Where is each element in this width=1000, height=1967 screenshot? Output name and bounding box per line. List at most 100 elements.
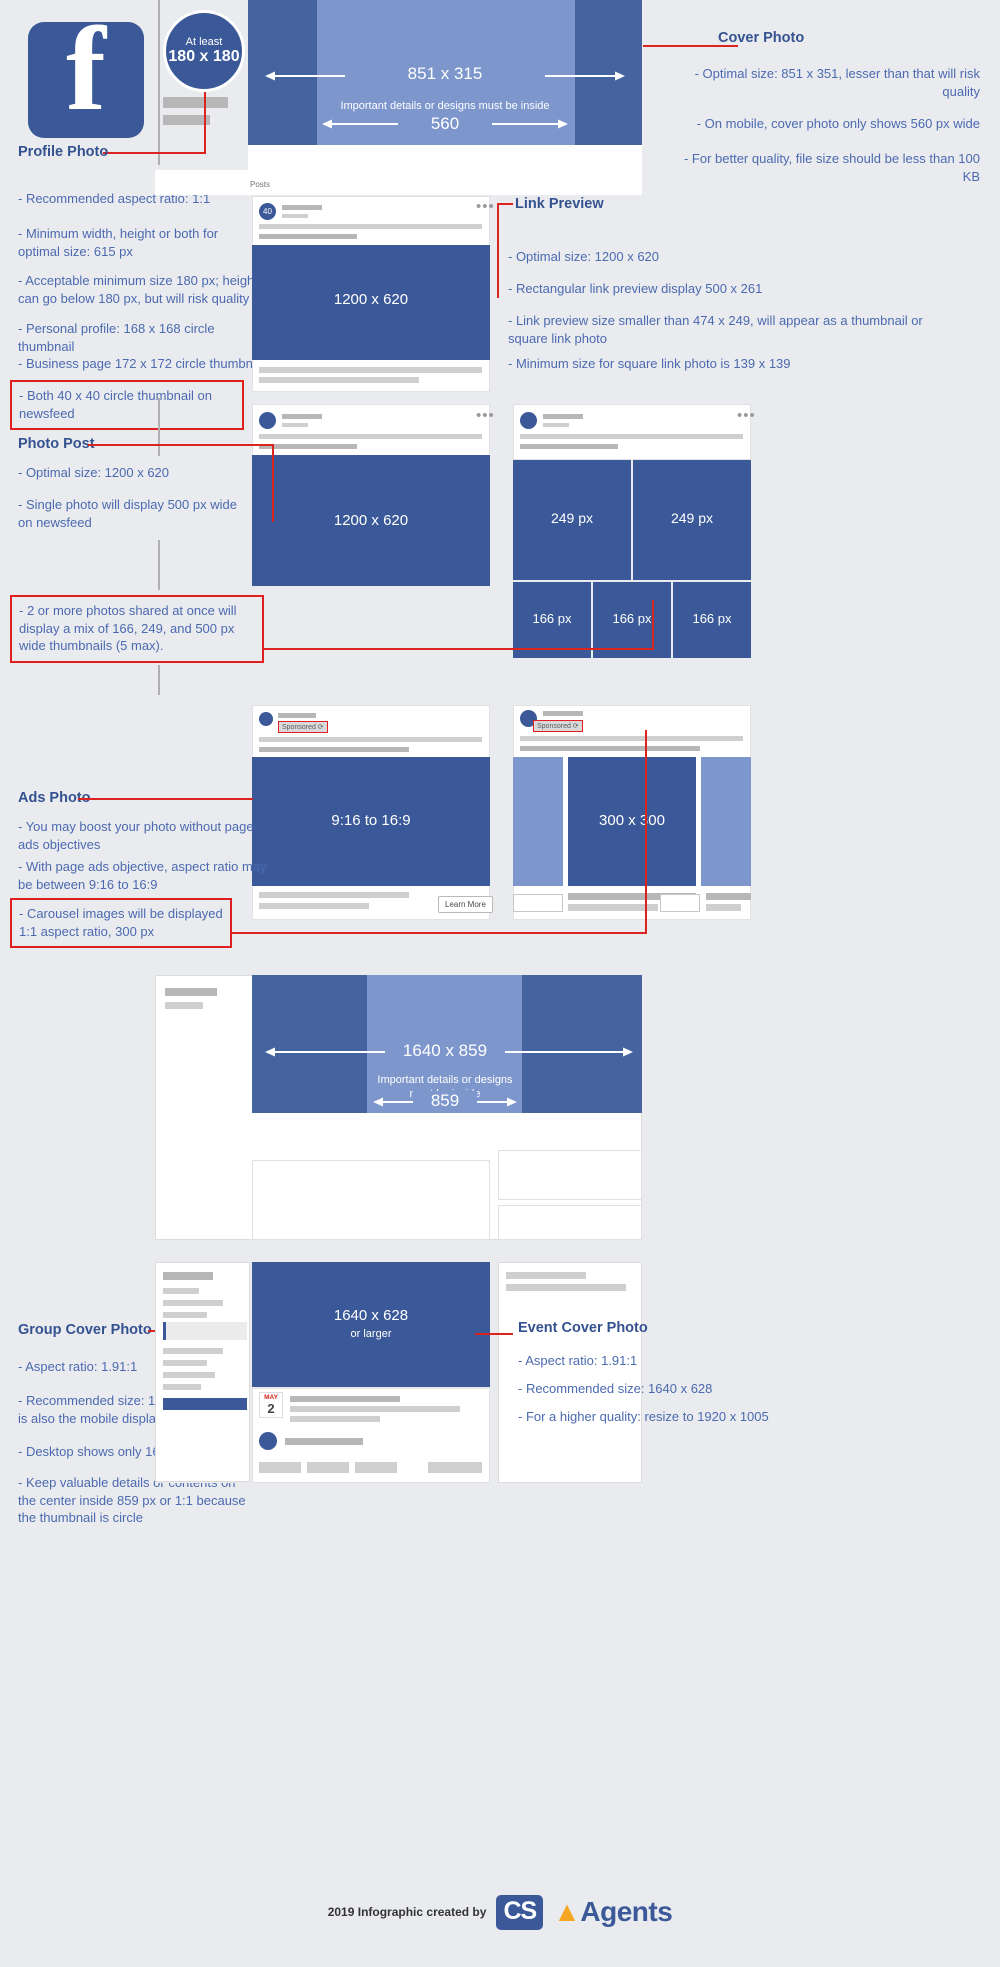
- photo-post-avatar: [259, 412, 276, 429]
- link-preview-image: 1200 x 620: [252, 245, 490, 360]
- multi-photo-label-4: 166 px: [692, 611, 732, 626]
- multi-photo-avatar: [520, 412, 537, 429]
- event-right-line-2: [506, 1284, 626, 1291]
- ads-highlight-connector-vertical: [645, 730, 647, 934]
- ads-carousel-center-thumb: 300 x 300: [568, 757, 696, 886]
- cover-inside-value: 560: [398, 114, 492, 134]
- ads-left-image: 9:16 to 16:9: [252, 757, 490, 886]
- event-sidebar-line-6: [163, 1360, 207, 1366]
- group-sidebar-line-2: [165, 1002, 203, 1009]
- group-cover-dimension-label: 1640 x 859: [385, 1041, 505, 1061]
- ads-bullet-1: - With page ads objective, aspect ratio …: [18, 859, 267, 892]
- event-cover-bullet-0: - Aspect ratio: 1.91:1: [518, 1353, 638, 1368]
- profile-bullet-1: - Minimum width, height or both for opti…: [18, 226, 219, 259]
- brand-logo-badge: CS: [496, 1894, 544, 1930]
- ads-left-text-line-1: [259, 737, 482, 742]
- profile-bullet-4: - Business page 172 x 172 circle thumbna…: [18, 356, 266, 371]
- event-host-avatar: [259, 1432, 277, 1450]
- event-host-line: [285, 1438, 363, 1445]
- link-preview-bullet-3: - Minimum size for square link photo is …: [508, 356, 791, 371]
- ads-carousel-footer-1: [513, 894, 563, 912]
- profile-connector-horizontal: [103, 152, 206, 154]
- multi-photo-label-1: 249 px: [670, 510, 714, 526]
- event-detail-line-3: [290, 1416, 380, 1422]
- footer: 2019 Infographic created by CS ▲Agents: [0, 1857, 1000, 1967]
- ads-carousel-footer-5: [706, 893, 751, 900]
- brand-name: ▲Agents: [553, 1896, 673, 1927]
- event-annotation-panel: [508, 1300, 648, 1301]
- photo-post-highlight-box: - 2 or more photos shared at once will d…: [10, 595, 264, 663]
- ads-right-sponsored-label: Sponsored: [537, 723, 571, 730]
- link-preview-image-label: 1200 x 620: [333, 291, 409, 308]
- profile-name-placeholder: [163, 97, 228, 108]
- event-detail-line-1: [290, 1396, 400, 1402]
- profile-bullet-3: - Personal profile: 168 x 168 circle thu…: [18, 321, 215, 354]
- event-right-panel: [498, 1262, 642, 1483]
- event-cover-bullet-1: - Recommended size: 1640 x 628: [518, 1381, 713, 1396]
- event-cover-label-line-2: or larger: [350, 1328, 392, 1340]
- event-sidebar-line-3: [163, 1300, 223, 1306]
- profile-bullet-2: - Acceptable minimum size 180 px; height…: [18, 273, 258, 306]
- ads-learn-more-label: Learn More: [445, 900, 486, 909]
- photo-post-title: Photo Post: [18, 436, 95, 452]
- multi-photo-label-0: 249 px: [550, 510, 594, 526]
- link-preview-footer-line-1: [259, 367, 482, 373]
- photo-post-more-icon[interactable]: •••: [476, 408, 495, 423]
- event-date-day: 2: [267, 1400, 275, 1416]
- ads-bullet-0: - You may boost your photo without page …: [18, 819, 254, 852]
- ads-right-sponsored-badge: Sponsored ⟳: [533, 720, 583, 732]
- link-preview-more-icon[interactable]: •••: [476, 199, 495, 214]
- profile-highlight-box: - Both 40 x 40 circle thumbnail on newsf…: [10, 380, 244, 431]
- event-cover-bullet-2: - For a higher quality: resize to 1920 x…: [518, 1409, 769, 1424]
- photo-post-image: 1200 x 620: [252, 455, 490, 586]
- ads-left-text-line-2: [259, 747, 409, 752]
- cover-bullet-2: - For better quality, file size should b…: [683, 151, 980, 184]
- ads-right-text-line-2: [520, 746, 700, 751]
- event-sidebar-line-8: [163, 1384, 201, 1390]
- group-content-block-left: [252, 1160, 490, 1240]
- ads-left-sponsored-badge: Sponsored ⟳: [278, 721, 328, 733]
- event-detail-line-2: [290, 1406, 460, 1412]
- event-action-3[interactable]: [355, 1462, 397, 1473]
- ads-carousel-footer-6: [706, 904, 741, 911]
- group-sidebar-line-1: [165, 988, 217, 996]
- event-action-4[interactable]: [428, 1462, 482, 1473]
- brand-name-text: Agents: [580, 1896, 673, 1927]
- photo-post-meta-line: [282, 423, 308, 427]
- ads-connector: [78, 798, 253, 800]
- ads-left-name-line: [278, 713, 316, 718]
- event-cover-title: Event Cover Photo: [518, 1320, 648, 1336]
- photo-post-highlight-text: - 2 or more photos shared at once will d…: [19, 603, 237, 654]
- event-sidebar-line-7: [163, 1372, 215, 1378]
- ads-highlight-box: - Carousel images will be displayed 1:1 …: [10, 898, 232, 949]
- ads-highlight-connector: [232, 932, 647, 934]
- photo-post-connector: [88, 444, 274, 446]
- cover-bullet-0: - Optimal size: 851 x 351, lesser than t…: [694, 66, 980, 99]
- event-sidebar-button[interactable]: [163, 1398, 247, 1410]
- ads-right-text-line-1: [520, 736, 743, 741]
- badge-line-2: 180 x 180: [168, 48, 240, 66]
- divider-line-3: [158, 540, 160, 590]
- cover-photo-title: Cover Photo: [718, 30, 805, 46]
- group-cover-title: Group Cover Photo: [18, 1322, 152, 1338]
- event-action-2[interactable]: [307, 1462, 349, 1473]
- multi-photo-more-icon[interactable]: •••: [737, 408, 756, 423]
- event-right-line-1: [506, 1272, 586, 1279]
- ads-ratio-label: 9:16 to 16:9: [331, 812, 411, 829]
- facebook-logo: f: [28, 2, 144, 138]
- cover-bullet-1: - On mobile, cover photo only shows 560 …: [696, 116, 980, 131]
- group-cover-left-band: [252, 975, 367, 1113]
- multi-photo-post-card: [513, 404, 751, 460]
- link-preview-avatar: 40: [259, 203, 276, 220]
- event-action-1[interactable]: [259, 1462, 301, 1473]
- badge-line-1: At least: [185, 36, 223, 49]
- group-content-block-right-2: [498, 1205, 642, 1240]
- event-cover-label-line-1: 1640 x 628: [333, 1307, 409, 1324]
- facebook-f-icon: f: [66, 2, 106, 135]
- ads-learn-more-button[interactable]: Learn More: [438, 896, 493, 913]
- link-preview-avatar-label: 40: [263, 207, 272, 216]
- event-sidebar-selected-row[interactable]: [163, 1322, 247, 1340]
- footer-credit: 2019 Infographic created by: [327, 1905, 487, 1919]
- photo-post-highlight-connector-vertical: [652, 600, 654, 650]
- ads-left-sponsored-label: Sponsored: [282, 724, 316, 731]
